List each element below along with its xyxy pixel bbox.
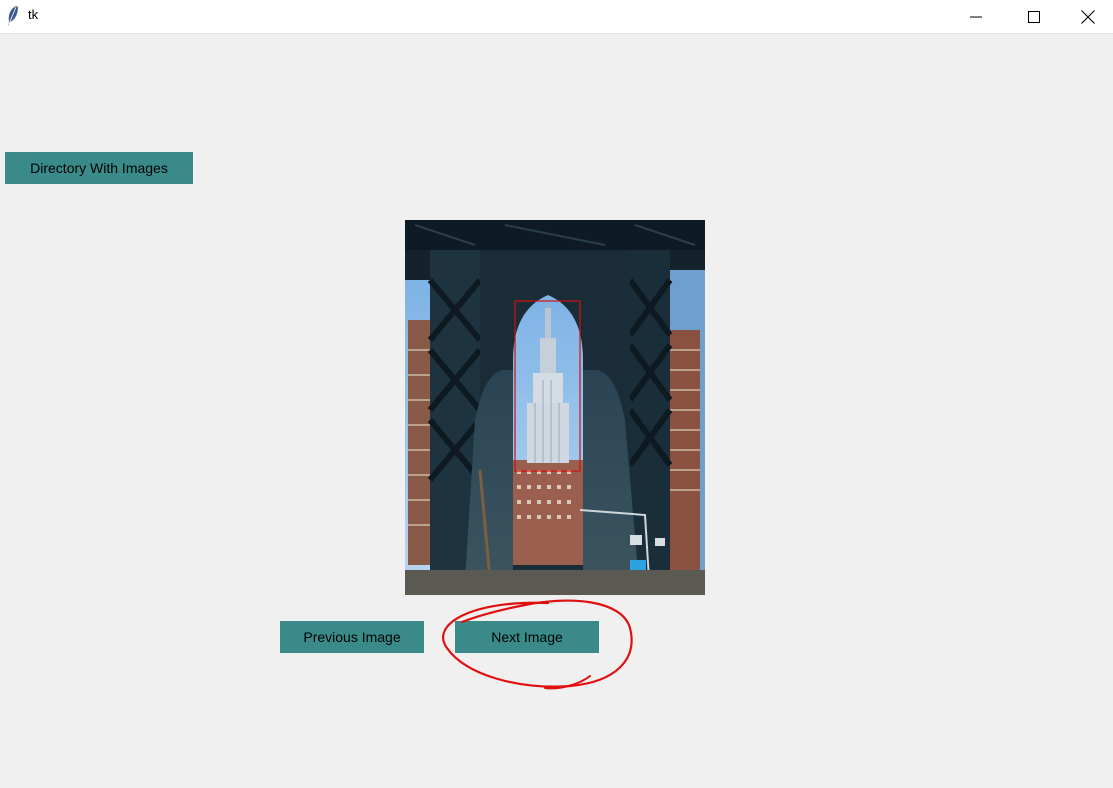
image-display	[405, 220, 705, 595]
next-image-button[interactable]: Next Image	[455, 621, 599, 653]
title-bar: tk	[0, 0, 1113, 34]
minimize-icon	[970, 16, 982, 17]
previous-image-button[interactable]: Previous Image	[280, 621, 424, 653]
close-button[interactable]	[1063, 0, 1113, 33]
maximize-icon	[1028, 10, 1040, 23]
photo-image	[405, 220, 705, 595]
minimize-button[interactable]	[947, 0, 1005, 33]
directory-with-images-button[interactable]: Directory With Images	[5, 152, 193, 184]
feather-icon	[6, 5, 20, 27]
close-icon	[1081, 9, 1095, 24]
maximize-button[interactable]	[1005, 0, 1063, 33]
window-title: tk	[28, 7, 39, 22]
